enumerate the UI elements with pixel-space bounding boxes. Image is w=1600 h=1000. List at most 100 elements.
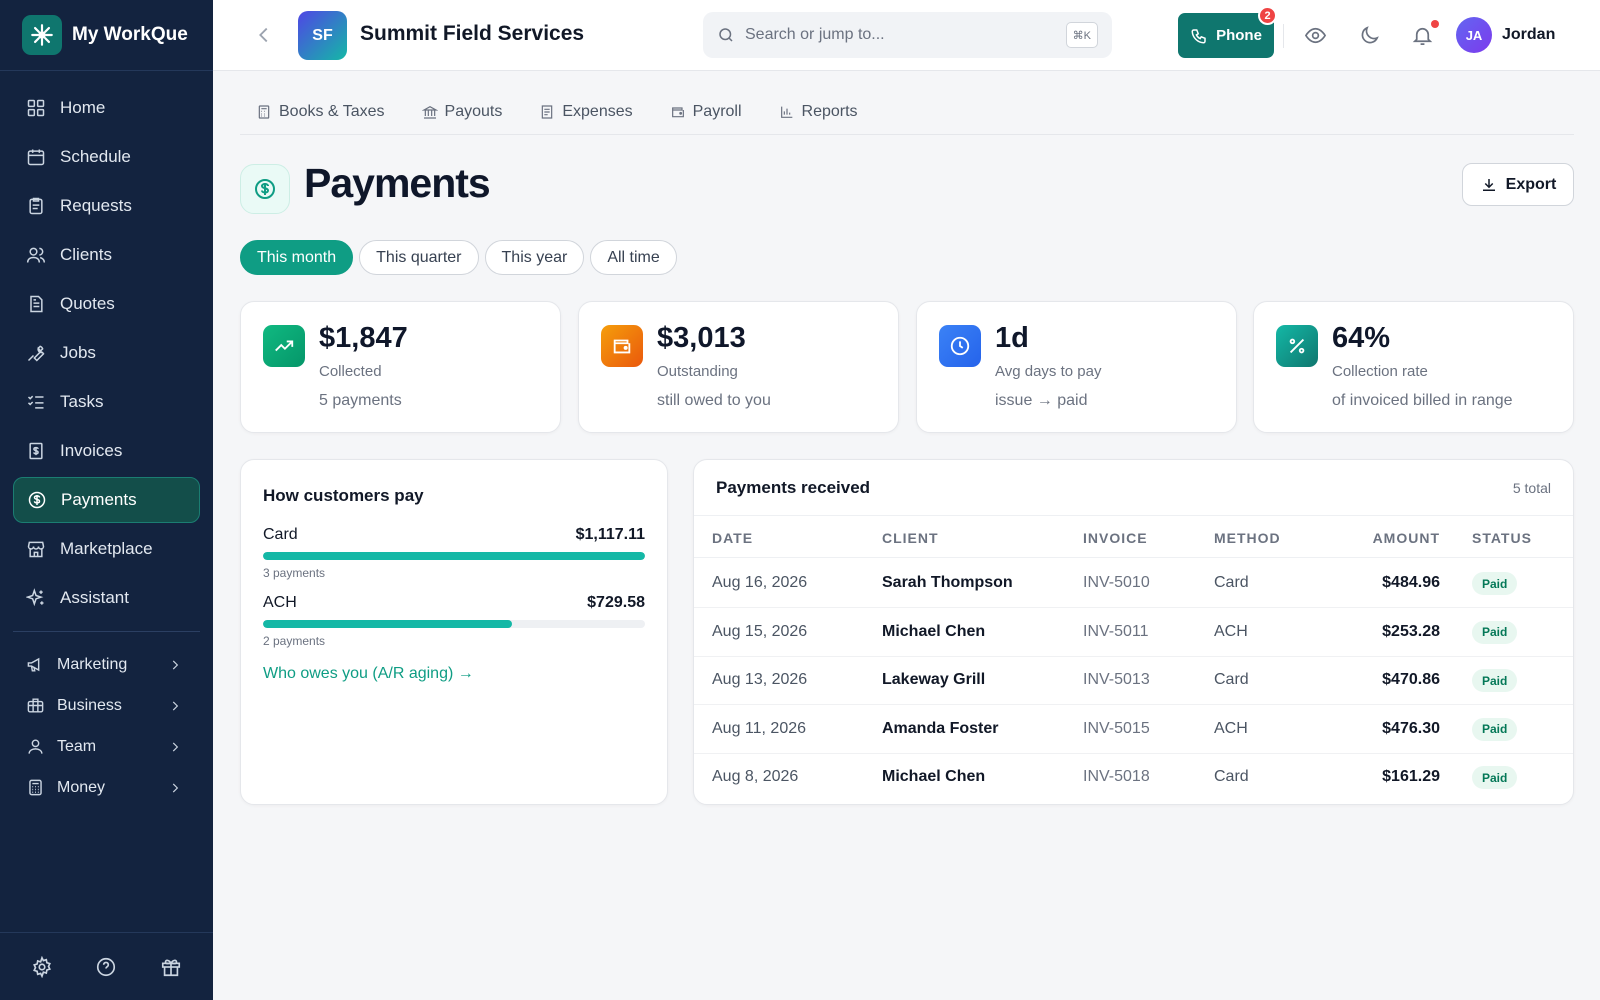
sidebar-item-label: Marketplace <box>60 539 153 558</box>
clock-icon <box>939 325 981 367</box>
sidebar-item-marketplace[interactable]: Marketplace <box>13 526 200 572</box>
column-header-status[interactable]: STATUS <box>1472 530 1532 546</box>
sidebar-group-label: Business <box>57 696 122 714</box>
users-icon <box>26 247 46 263</box>
download-icon <box>1482 178 1495 191</box>
method-amount: $1,117.11 <box>575 526 645 543</box>
sidebar-group-money[interactable]: Money <box>13 767 200 808</box>
stat-subtext: 5 payments <box>319 392 402 409</box>
cell-date: Aug 15, 2026 <box>712 622 808 640</box>
search-input[interactable] <box>745 26 1045 44</box>
company-avatar[interactable]: SF <box>298 11 347 60</box>
sidebar-group-team[interactable]: Team <box>13 726 200 767</box>
wrench-icon <box>27 345 45 362</box>
avatar[interactable]: JA <box>1456 17 1492 53</box>
stat-label: Collection rate <box>1332 363 1428 380</box>
dollar-circle-icon <box>255 179 275 199</box>
column-header-method[interactable]: METHOD <box>1214 530 1281 546</box>
tab-expenses[interactable]: Expenses <box>539 103 633 121</box>
sidebar-item-home[interactable]: Home <box>13 85 200 131</box>
filter-this-month[interactable]: This month <box>240 240 354 275</box>
brand[interactable]: My WorkQue <box>0 0 213 71</box>
sidebar-item-label: Schedule <box>60 147 131 166</box>
sidebar-item-tasks[interactable]: Tasks <box>13 379 200 425</box>
column-header-date[interactable]: DATE <box>712 530 753 546</box>
gear-icon[interactable] <box>31 955 53 978</box>
table-row[interactable]: Aug 8, 2026 Michael Chen INV-5018 Card $161.… <box>694 753 1573 802</box>
stat-card-collected: $1,847 Collected 5 payments <box>240 301 561 433</box>
method-name: ACH <box>263 594 297 611</box>
sidebar-item-invoices[interactable]: Invoices <box>13 428 200 474</box>
tab-label: Payroll <box>692 103 742 120</box>
stat-value: 64% <box>1332 322 1391 354</box>
divider <box>1283 24 1284 48</box>
sidebar-item-requests[interactable]: Requests <box>13 183 200 229</box>
cell-method: ACH <box>1214 622 1248 640</box>
cell-date: Aug 11, 2026 <box>712 719 807 737</box>
column-header-amount[interactable]: AMOUNT <box>1373 530 1440 546</box>
status-badge: Paid <box>1472 766 1518 789</box>
sidebar-group-marketing[interactable]: Marketing <box>13 644 200 685</box>
sidebar-item-payments[interactable]: Payments <box>13 477 200 523</box>
clipboard-icon <box>29 197 43 215</box>
method-name: Card <box>263 526 298 543</box>
cell-client[interactable]: Michael Chen <box>882 623 985 641</box>
cell-invoice[interactable]: INV-5018 <box>1083 768 1150 786</box>
gift-icon[interactable] <box>160 956 182 978</box>
sidebar-item-clients[interactable]: Clients <box>13 232 200 278</box>
megaphone-icon <box>27 657 40 672</box>
cell-client[interactable]: Sarah Thompson <box>882 574 1013 592</box>
sidebar-group-business[interactable]: Business <box>13 685 200 726</box>
help-icon[interactable] <box>95 956 117 978</box>
ar-aging-link[interactable]: Who owes you (A/R aging) → <box>263 665 474 683</box>
tab-payroll[interactable]: Payroll <box>670 103 742 121</box>
sidebar-item-label: Tasks <box>60 392 104 411</box>
user-name[interactable]: Jordan <box>1502 26 1555 44</box>
export-button[interactable]: Export <box>1462 163 1574 206</box>
eye-icon[interactable] <box>1304 24 1327 47</box>
column-header-client[interactable]: CLIENT <box>882 530 939 546</box>
cell-method: Card <box>1214 768 1249 785</box>
company-name[interactable]: Summit Field Services <box>360 22 584 46</box>
phone-label: Phone <box>1216 27 1262 44</box>
sidebar-footer <box>0 932 213 1000</box>
payments-received-card: Payments received 5 total DATE CLIENT IN… <box>693 459 1574 805</box>
search-bar[interactable]: ⌘K <box>703 12 1112 58</box>
tab-reports[interactable]: Reports <box>779 103 858 121</box>
cell-client[interactable]: Lakeway Grill <box>882 671 985 689</box>
tab-books-taxes[interactable]: Books & Taxes <box>256 103 385 121</box>
table-row[interactable]: Aug 15, 2026 Michael Chen INV-5011 ACH $253.… <box>694 608 1573 657</box>
tab-payouts[interactable]: Payouts <box>421 103 502 121</box>
filter-this-year[interactable]: This year <box>484 240 585 275</box>
cell-client[interactable]: Michael Chen <box>882 768 985 786</box>
cell-invoice[interactable]: INV-5015 <box>1083 720 1150 738</box>
filter-all-time[interactable]: All time <box>590 240 677 275</box>
table-row[interactable]: Aug 11, 2026 Amanda Foster INV-5015 ACH $476… <box>694 705 1573 754</box>
phone-button[interactable]: Phone 2 <box>1178 6 1277 58</box>
wallet-icon <box>671 107 684 118</box>
table-row[interactable]: Aug 16, 2026 Sarah Thompson INV-5010 Card $4… <box>694 559 1573 608</box>
sidebar-item-assistant[interactable]: Assistant <box>13 575 200 621</box>
table-header: DATE CLIENT INVOICE METHOD AMOUNT STATUS <box>694 515 1573 558</box>
moon-icon[interactable] <box>1358 24 1381 47</box>
chevron-right-icon <box>172 701 179 710</box>
sidebar-item-label: Jobs <box>60 343 96 362</box>
home-icon <box>27 99 45 117</box>
bell-icon[interactable] <box>1411 24 1434 47</box>
cell-invoice[interactable]: INV-5010 <box>1083 574 1150 592</box>
column-header-invoice[interactable]: INVOICE <box>1083 530 1148 546</box>
method-count: 2 payments <box>263 634 326 648</box>
sidebar-item-schedule[interactable]: Schedule <box>13 134 200 180</box>
status-badge: Paid <box>1472 717 1518 741</box>
card-title: How customers pay <box>263 486 424 505</box>
method-bar <box>263 620 645 628</box>
sidebar-item-jobs[interactable]: Jobs <box>13 330 200 376</box>
back-chevron-icon[interactable] <box>253 24 275 46</box>
cell-date: Aug 16, 2026 <box>712 574 808 591</box>
filter-this-quarter[interactable]: This quarter <box>359 240 479 275</box>
cell-invoice[interactable]: INV-5013 <box>1083 671 1150 689</box>
cell-client[interactable]: Amanda Foster <box>882 720 998 738</box>
cell-invoice[interactable]: INV-5011 <box>1083 623 1149 641</box>
table-row[interactable]: Aug 13, 2026 Lakeway Grill INV-5013 Card $47… <box>694 656 1573 705</box>
sidebar-item-quotes[interactable]: Quotes <box>13 281 200 327</box>
